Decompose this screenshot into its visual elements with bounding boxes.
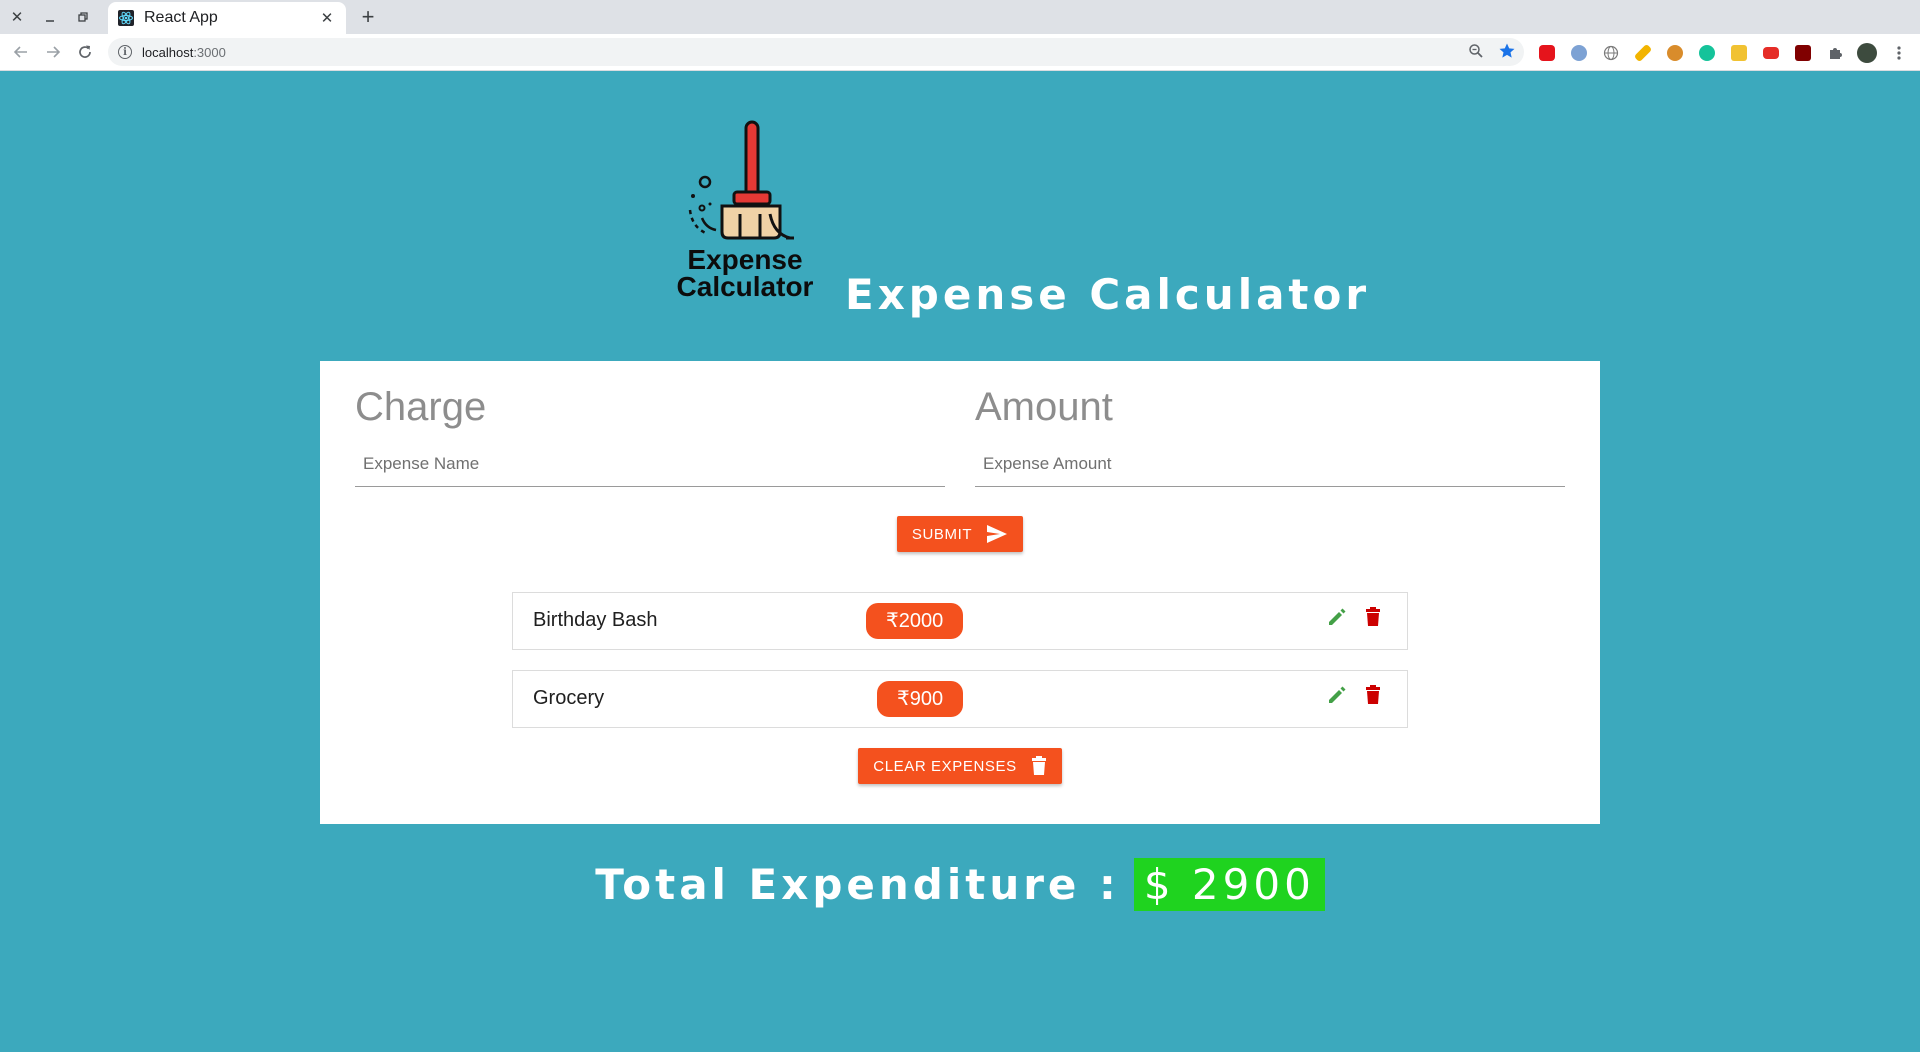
total-label: Total Expenditure :	[595, 860, 1120, 909]
grammarly-icon[interactable]	[1696, 42, 1718, 64]
expense-amount-input[interactable]	[975, 441, 1565, 487]
zoom-icon[interactable]	[1468, 43, 1484, 64]
ublock-icon[interactable]	[1792, 42, 1814, 64]
youtube-icon[interactable]	[1760, 42, 1782, 64]
vpn-icon[interactable]	[1728, 42, 1750, 64]
send-icon	[987, 525, 1008, 543]
tab-strip: ✕ React App ✕ +	[0, 0, 1920, 34]
menu-kebab-icon[interactable]	[1888, 42, 1910, 64]
edit-pencil-icon[interactable]	[1325, 605, 1349, 629]
window-minimize-icon[interactable]	[38, 5, 62, 29]
amount-field: Amount	[975, 381, 1565, 487]
logo-line-1: Expense	[687, 244, 803, 275]
tab-title: React App	[144, 9, 218, 26]
new-tab-icon[interactable]: +	[356, 5, 380, 29]
expense-name-input[interactable]	[355, 441, 945, 487]
total-value: $ 2900	[1133, 858, 1325, 911]
bookmark-star-icon[interactable]	[1498, 42, 1516, 65]
charge-field: Charge	[355, 381, 945, 487]
delete-trash-icon[interactable]	[1361, 683, 1385, 707]
charge-label: Charge	[355, 385, 487, 429]
url-text: localhost:3000	[142, 44, 226, 60]
expense-list: Birthday Bash ₹2000 Grocery ₹900	[512, 592, 1408, 748]
react-favicon-icon	[118, 10, 134, 26]
puzzle-icon[interactable]	[1824, 42, 1846, 64]
pencil-ext-icon[interactable]	[1632, 42, 1654, 64]
expense-card: Charge Amount SUBMIT Birthday Bash ₹2000…	[320, 361, 1600, 824]
app-header: Expense Calculator Expense Calculator	[0, 110, 1920, 320]
extensions-bar	[1536, 42, 1910, 64]
total-expenditure: Total Expenditure : $ 2900	[0, 858, 1920, 911]
profile-avatar[interactable]	[1856, 42, 1878, 64]
expense-item-amount-badge: ₹900	[877, 681, 964, 717]
tab-close-icon[interactable]: ✕	[318, 9, 336, 27]
tab-react-app[interactable]: React App ✕	[108, 2, 346, 34]
logo-line-2: Calculator	[676, 271, 814, 302]
back-arrow-icon[interactable]	[9, 40, 33, 64]
logo-wordmark: Expense Calculator	[662, 244, 828, 302]
window-close-icon[interactable]: ✕	[5, 5, 29, 29]
delete-trash-icon[interactable]	[1361, 605, 1385, 629]
privacy-icon[interactable]	[1568, 42, 1590, 64]
submit-label: SUBMIT	[911, 525, 973, 543]
page-title: Expense Calculator	[845, 270, 1371, 319]
clear-expenses-label: CLEAR EXPENSES	[873, 757, 1017, 775]
adblock-icon[interactable]	[1536, 42, 1558, 64]
browser-chrome: ✕ React App ✕ + i localhost:3000	[0, 0, 1920, 71]
broom-icon	[688, 120, 794, 240]
trash-icon	[1031, 756, 1046, 775]
window-restore-icon[interactable]	[71, 5, 95, 29]
reload-icon[interactable]	[73, 40, 97, 64]
amount-label: Amount	[975, 385, 1113, 429]
app-logo: Expense Calculator	[662, 110, 828, 310]
cookie-icon[interactable]	[1664, 42, 1686, 64]
expense-item-amount-badge: ₹2000	[866, 603, 964, 639]
expense-item: Grocery ₹900	[512, 670, 1408, 728]
clear-expenses-button[interactable]: CLEAR EXPENSES	[858, 748, 1062, 784]
expense-item-name: Birthday Bash	[533, 609, 658, 631]
globe-icon[interactable]	[1600, 42, 1622, 64]
expense-item: Birthday Bash ₹2000	[512, 592, 1408, 650]
browser-toolbar: i localhost:3000	[0, 34, 1920, 71]
address-bar[interactable]: i localhost:3000	[108, 38, 1524, 66]
site-info-icon[interactable]: i	[118, 45, 132, 59]
expense-item-name: Grocery	[533, 687, 605, 709]
edit-pencil-icon[interactable]	[1325, 683, 1349, 707]
submit-button[interactable]: SUBMIT	[897, 516, 1023, 552]
forward-arrow-icon[interactable]	[41, 40, 65, 64]
